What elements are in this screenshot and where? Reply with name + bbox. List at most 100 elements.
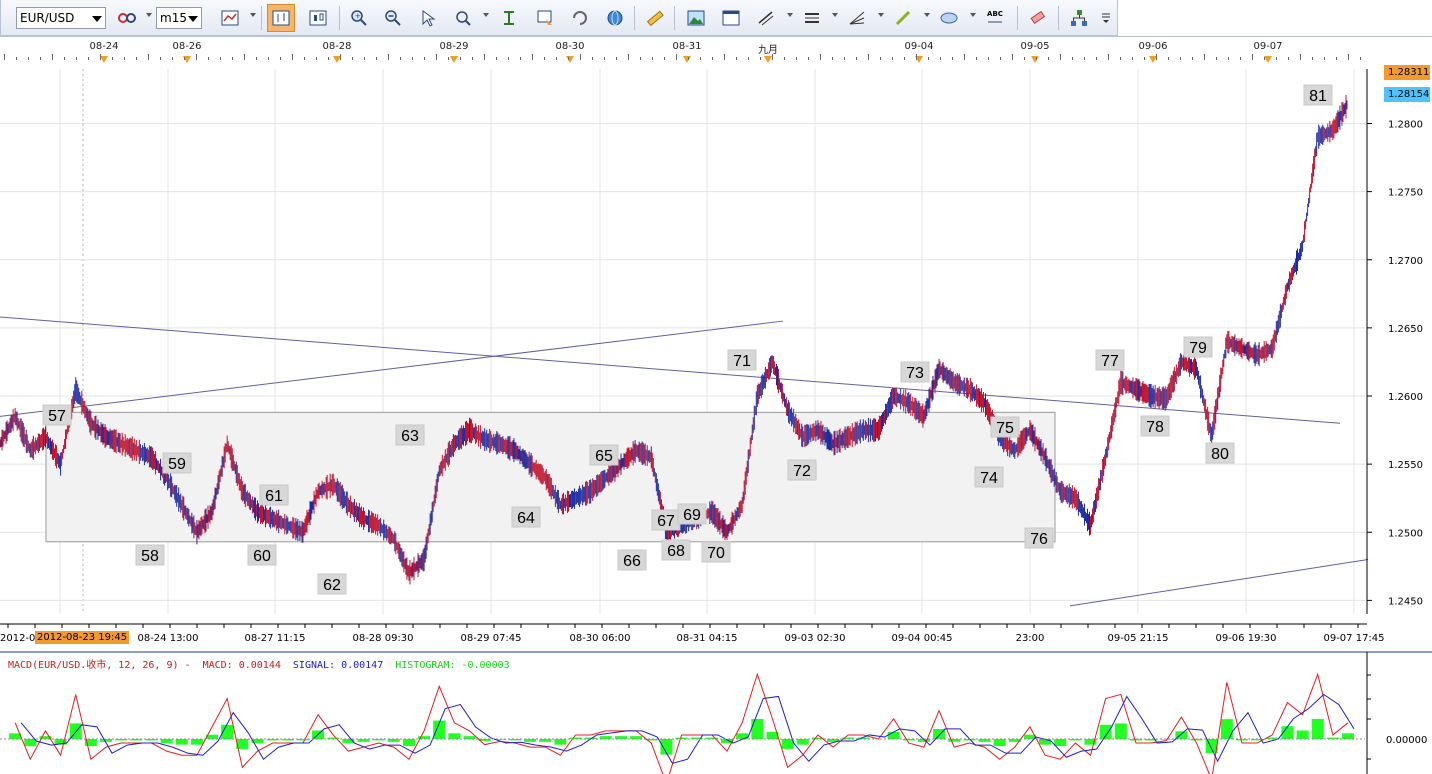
event-marker-icon[interactable]	[100, 56, 108, 63]
date-header-label: 08-30	[555, 41, 585, 52]
wave-label-text: 57	[48, 408, 66, 425]
date-tick	[676, 54, 677, 60]
bar-chart-icon[interactable]	[267, 4, 295, 32]
wave-label-text: 60	[253, 548, 271, 565]
wave-label-text: 75	[996, 420, 1014, 437]
wave-label: 62	[317, 573, 347, 595]
symbol-select[interactable]: EUR/USD	[16, 7, 106, 29]
time-axis-label: 08-24 13:00	[137, 633, 198, 644]
wave-label-text: 71	[733, 353, 751, 370]
template-icon[interactable]	[531, 4, 559, 32]
zoom-out-icon[interactable]	[379, 4, 407, 32]
date-tick	[1144, 57, 1145, 60]
zoom-in-icon[interactable]: +	[345, 4, 373, 32]
wave-label: 67	[651, 509, 681, 531]
date-tick	[1060, 54, 1061, 60]
macd-histogram-bar	[887, 731, 900, 739]
event-marker-icon[interactable]	[1031, 56, 1039, 63]
date-header-label: 08-24	[89, 41, 119, 52]
time-axis-label: 09-06 19:30	[1215, 633, 1276, 644]
macd-histogram-bar	[160, 739, 173, 744]
wave-label: 57	[42, 404, 72, 426]
link-icon[interactable]	[113, 4, 141, 32]
date-tick	[1048, 57, 1049, 60]
wave-label: 70	[701, 541, 731, 563]
link-dropdown-icon[interactable]	[146, 13, 152, 17]
date-tick	[148, 54, 149, 60]
date-tick	[1300, 54, 1301, 60]
wave-label: 77	[1095, 349, 1125, 371]
price-axis-label: 1.2600	[1388, 392, 1423, 403]
wave-label-text: 59	[168, 456, 186, 473]
timeframe-select[interactable]: m15	[156, 7, 202, 29]
line-tool-icon[interactable]	[752, 4, 780, 32]
tree-icon[interactable]	[1065, 4, 1093, 32]
menu-icon[interactable]	[1097, 4, 1115, 32]
price-axis-label: 1.2650	[1388, 324, 1423, 335]
date-tick	[388, 54, 389, 60]
date-tick	[796, 57, 797, 60]
date-tick	[532, 54, 533, 60]
macd-line	[14, 672, 1349, 774]
channel-tool-icon[interactable]	[798, 4, 826, 32]
date-tick	[688, 57, 689, 60]
pen-dropdown-icon[interactable]	[924, 13, 930, 17]
magnifier-icon[interactable]	[449, 4, 477, 32]
date-header-label: 08-26	[172, 41, 202, 52]
time-axis-label: 09-07 17:45	[1323, 633, 1384, 644]
event-marker-icon[interactable]	[683, 56, 691, 63]
time-axis-label: 2012-0	[0, 633, 35, 644]
text-abc-icon[interactable]: ABC	[981, 4, 1009, 32]
chart-type-icon[interactable]	[216, 4, 244, 32]
macd-histogram-bar	[402, 739, 415, 747]
date-tick	[544, 57, 545, 60]
window-icon[interactable]	[717, 4, 745, 32]
date-tick	[328, 57, 329, 60]
globe-icon[interactable]	[601, 4, 629, 32]
refresh-icon[interactable]	[566, 4, 594, 32]
macd-zero-label: 0.00000	[1386, 735, 1427, 746]
date-tick	[712, 57, 713, 60]
fan-tool-icon[interactable]	[843, 4, 871, 32]
wave-label: 65	[589, 444, 619, 466]
ellipse-dropdown-icon[interactable]	[970, 13, 976, 17]
period-separator-icon[interactable]	[495, 4, 523, 32]
date-tick	[940, 57, 941, 60]
ellipse-icon[interactable]	[935, 4, 963, 32]
pen-icon[interactable]	[889, 4, 917, 32]
ruler-icon[interactable]	[641, 4, 669, 32]
date-tick	[1180, 57, 1181, 60]
date-tick	[232, 57, 233, 60]
date-tick	[1024, 57, 1025, 60]
date-tick	[724, 54, 725, 60]
signal-value: SIGNAL: 0.00147	[292, 660, 384, 671]
date-tick	[1312, 57, 1313, 60]
wave-label-text: 79	[1189, 340, 1207, 357]
image-icon[interactable]	[682, 4, 710, 32]
date-tick	[616, 57, 617, 60]
wave-label-text: 70	[707, 545, 725, 562]
date-tick	[1360, 57, 1361, 60]
macd-histogram-bar	[1220, 719, 1233, 739]
histogram-value: HISTOGRAM: -0.00003	[395, 660, 510, 671]
channel-tool-dropdown-icon[interactable]	[832, 13, 838, 17]
date-tick	[28, 57, 29, 60]
date-tick	[1156, 54, 1157, 60]
event-marker-icon[interactable]	[450, 56, 458, 63]
eraser-icon[interactable]	[1023, 4, 1051, 32]
macd-histogram-bar	[508, 739, 521, 741]
candle-chart-icon[interactable]	[304, 4, 332, 32]
cursor-icon[interactable]	[414, 4, 442, 32]
magnifier-dropdown-icon[interactable]	[483, 13, 489, 17]
date-tick	[928, 57, 929, 60]
fan-tool-dropdown-icon[interactable]	[878, 13, 884, 17]
macd-title: MACD(EUR/USD.收市, 12, 26, 9) -	[8, 660, 191, 671]
macd-histogram-bar	[24, 739, 37, 747]
line-tool-dropdown-icon[interactable]	[787, 13, 793, 17]
time-axis-label: 09-03 02:30	[784, 633, 845, 644]
chart-type-dropdown-icon[interactable]	[250, 13, 256, 17]
toolbar-separator	[674, 6, 675, 30]
event-marker-icon[interactable]	[1264, 56, 1272, 63]
date-tick	[964, 54, 965, 60]
event-marker-icon[interactable]	[764, 56, 772, 63]
